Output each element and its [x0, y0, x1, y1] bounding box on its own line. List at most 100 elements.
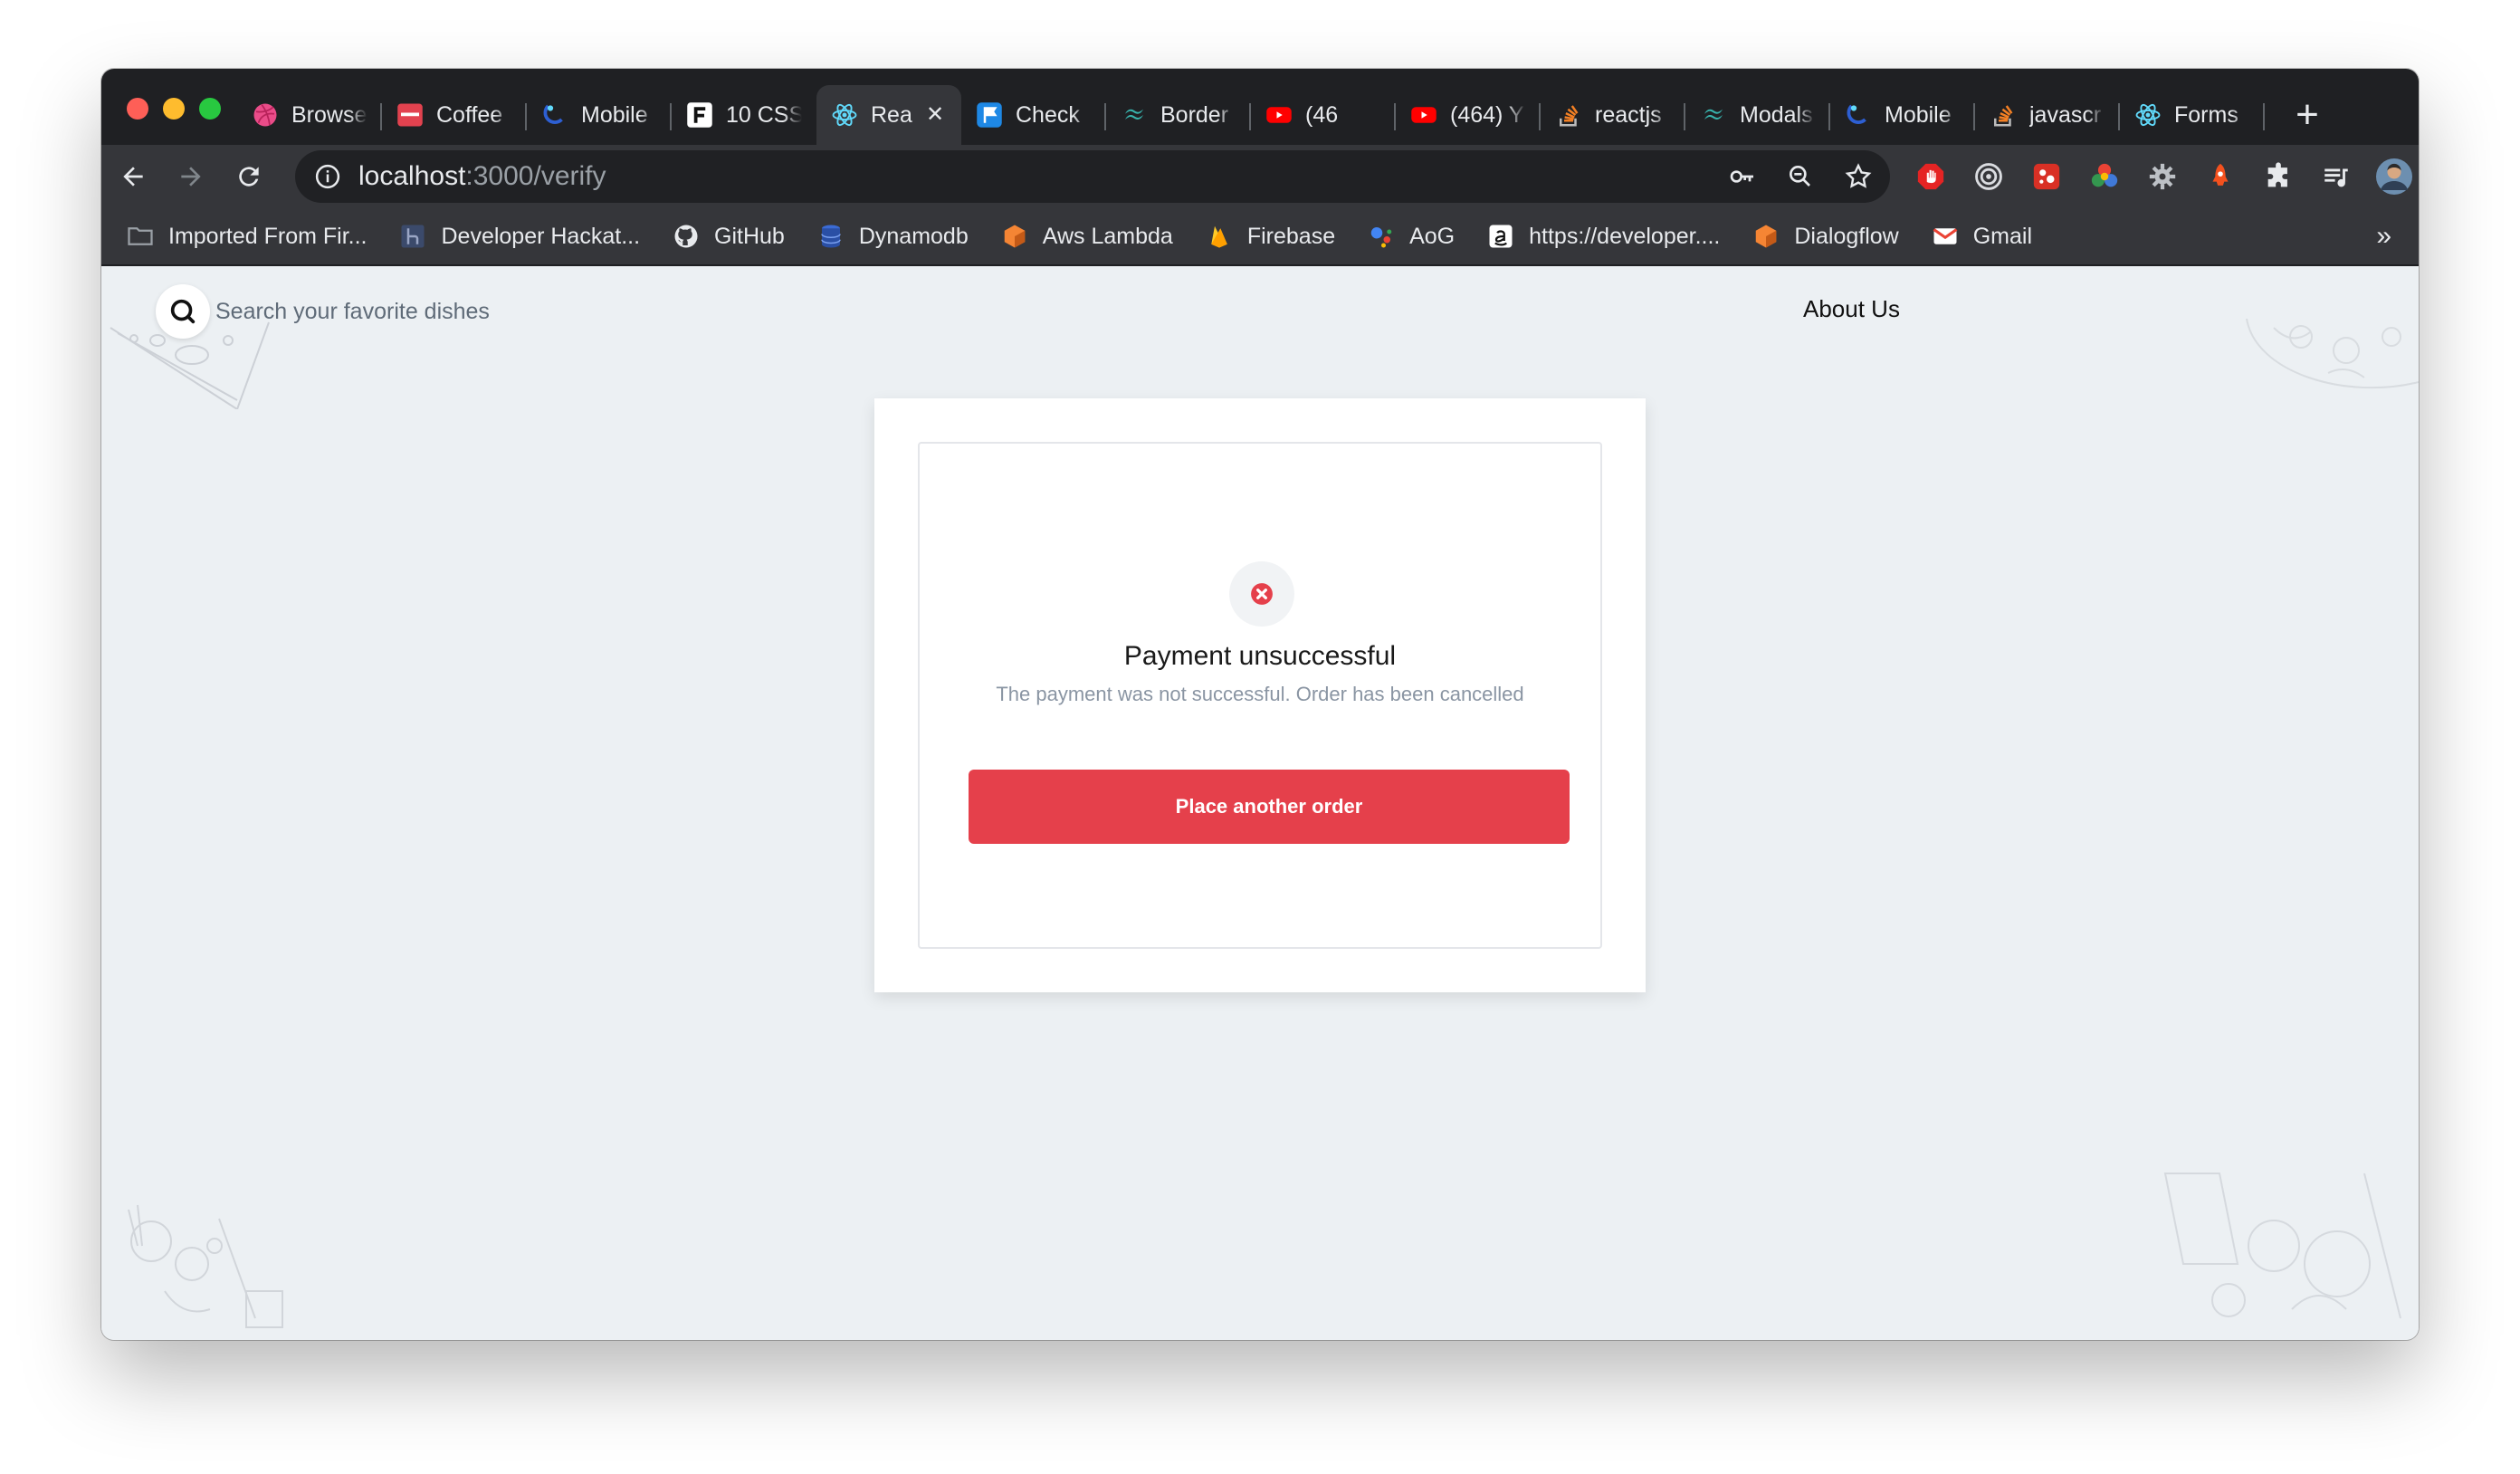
- flag-icon: [976, 101, 1003, 129]
- bookmark-label: Firebase: [1246, 223, 1336, 249]
- tab-label: Check: [1016, 101, 1080, 128]
- browser-tab[interactable]: reactjs: [1541, 85, 1685, 145]
- avatar[interactable]: [2372, 154, 2417, 199]
- window-controls: [127, 98, 221, 120]
- media-queue-icon[interactable]: [2314, 154, 2359, 199]
- youtube-icon: [1265, 101, 1293, 129]
- reload-button[interactable]: [226, 154, 272, 199]
- tailwind-icon: [1700, 101, 1727, 129]
- address-bar-actions: [1720, 154, 1881, 199]
- close-tab-icon[interactable]: ✕: [923, 103, 947, 127]
- extensions-bar: [1908, 154, 2419, 199]
- bookmark-item[interactable]: Firebase: [1206, 223, 1335, 250]
- coffee-icon: [396, 101, 424, 129]
- browser-tab[interactable]: Rea ✕: [816, 85, 961, 145]
- bookmark-item[interactable]: Gmail: [1932, 223, 2032, 250]
- bookmark-item[interactable]: Dynamodb: [817, 223, 969, 250]
- tab-label: (464) Y: [1450, 101, 1524, 128]
- stackoverflow-icon: [1990, 101, 2017, 129]
- search-icon: [170, 299, 196, 324]
- bookmark-label: Dialogflow: [1794, 223, 1899, 249]
- firebase-icon: [1206, 223, 1233, 250]
- browser-tab[interactable]: Coffee: [382, 85, 527, 145]
- place-another-order-button[interactable]: Place another order: [969, 770, 1570, 844]
- tab-label: 10 CSS: [726, 101, 802, 128]
- bookmarks-bar: Imported From Fir... Developer Hackat... G…: [101, 208, 2419, 266]
- tab-label: (46: [1305, 101, 1339, 128]
- bookmark-label: Developer Hackat...: [441, 223, 641, 249]
- search-input[interactable]: [215, 298, 541, 325]
- bookmark-item[interactable]: Aws Lambda: [1001, 223, 1173, 250]
- color-picker-icon[interactable]: [2082, 154, 2127, 199]
- payment-status-title: Payment unsuccessful: [1123, 641, 1397, 671]
- back-button[interactable]: [110, 154, 156, 199]
- arrow-left-icon: [123, 167, 143, 187]
- browser-tab[interactable]: Browse: [237, 85, 382, 145]
- maximize-window-button[interactable]: [199, 98, 221, 120]
- bookmark-label: https://developer....: [1529, 223, 1721, 249]
- browser-tab[interactable]: Mobile: [1830, 85, 1975, 145]
- rocket-icon[interactable]: [2198, 154, 2243, 199]
- browser-tab[interactable]: Border: [1106, 85, 1251, 145]
- toolbar: localhost:3000/verify: [101, 145, 2419, 208]
- settings-gear-icon[interactable]: [2140, 154, 2185, 199]
- mobile-icon: [1845, 101, 1872, 129]
- aws-icon: [1001, 223, 1028, 250]
- hackathon-icon: [399, 223, 426, 250]
- site-info-icon[interactable]: [313, 162, 342, 191]
- url-path: :3000/verify: [465, 161, 606, 191]
- browser-tab[interactable]: Modals: [1685, 85, 1830, 145]
- bookmark-item[interactable]: Dialogflow: [1752, 223, 1899, 250]
- bookmark-item[interactable]: https://developer....: [1487, 223, 1720, 250]
- target-icon[interactable]: [1966, 154, 2011, 199]
- gmail-icon: [1932, 223, 1959, 250]
- forward-button[interactable]: [168, 154, 214, 199]
- amazon-icon: [1487, 223, 1514, 250]
- bookmark-item[interactable]: Developer Hackat...: [399, 223, 640, 250]
- browser-tab[interactable]: javascr: [1975, 85, 2120, 145]
- food-doodle-left-icon: [128, 1204, 283, 1328]
- browser-tab[interactable]: Mobile: [527, 85, 672, 145]
- tab-separator: [2263, 103, 2265, 130]
- address-bar[interactable]: localhost:3000/verify: [295, 150, 1890, 203]
- puzzle-icon[interactable]: [2256, 154, 2301, 199]
- bookmark-label: Aws Lambda: [1042, 223, 1173, 249]
- bookmark-item[interactable]: GitHub: [673, 223, 785, 250]
- bookmark-label: Dynamodb: [858, 223, 969, 249]
- tab-label: Border: [1160, 101, 1229, 128]
- minimize-window-button[interactable]: [163, 98, 185, 120]
- browser-window: Browse Coffee Mobile 10 CSS Rea ✕ Check Border (…: [101, 69, 2419, 1340]
- bookmark-label: GitHub: [714, 223, 785, 249]
- key-icon[interactable]: [1720, 154, 1765, 199]
- payment-status-message: The payment was not successful. Order ha…: [996, 683, 1524, 705]
- star-icon[interactable]: [1836, 154, 1881, 199]
- search-button[interactable]: [156, 284, 210, 339]
- tailwind-icon: [1121, 101, 1148, 129]
- browser-tab[interactable]: 10 CSS: [672, 85, 816, 145]
- bookmark-item[interactable]: AoG: [1368, 223, 1455, 250]
- adblock-icon[interactable]: [1908, 154, 1953, 199]
- browser-tab[interactable]: (464) Y: [1396, 85, 1541, 145]
- browser-tab[interactable]: Forms: [2120, 85, 2265, 145]
- tab-label: Modals: [1740, 101, 1813, 128]
- pizza-doodle-right-icon: [2246, 319, 2419, 389]
- react-icon: [2134, 101, 2162, 129]
- bookmark-label: AoG: [1409, 223, 1456, 249]
- browser-tab[interactable]: (46: [1251, 85, 1396, 145]
- browser-tab[interactable]: Check: [961, 85, 1106, 145]
- folder-icon: [127, 223, 154, 250]
- close-window-button[interactable]: [127, 98, 148, 120]
- bookmarks-overflow-button[interactable]: »: [2376, 221, 2391, 252]
- about-us-link[interactable]: About Us: [1803, 295, 1900, 323]
- new-tab-button[interactable]: +: [2285, 92, 2330, 138]
- dynamodb-icon: [817, 223, 845, 250]
- react-icon: [831, 101, 858, 129]
- bookmark-item[interactable]: Imported From Fir...: [127, 223, 367, 250]
- tab-list: Browse Coffee Mobile 10 CSS Rea ✕ Check Border (…: [237, 85, 2265, 145]
- mobile-icon: [541, 101, 568, 129]
- zoom-icon[interactable]: [1778, 154, 1823, 199]
- payment-status-card: Payment unsuccessful The payment was not…: [874, 398, 1646, 992]
- tab-label: Coffee: [436, 101, 503, 128]
- payment-status-panel: Payment unsuccessful The payment was not…: [918, 442, 1602, 949]
- cookie-icon[interactable]: [2024, 154, 2069, 199]
